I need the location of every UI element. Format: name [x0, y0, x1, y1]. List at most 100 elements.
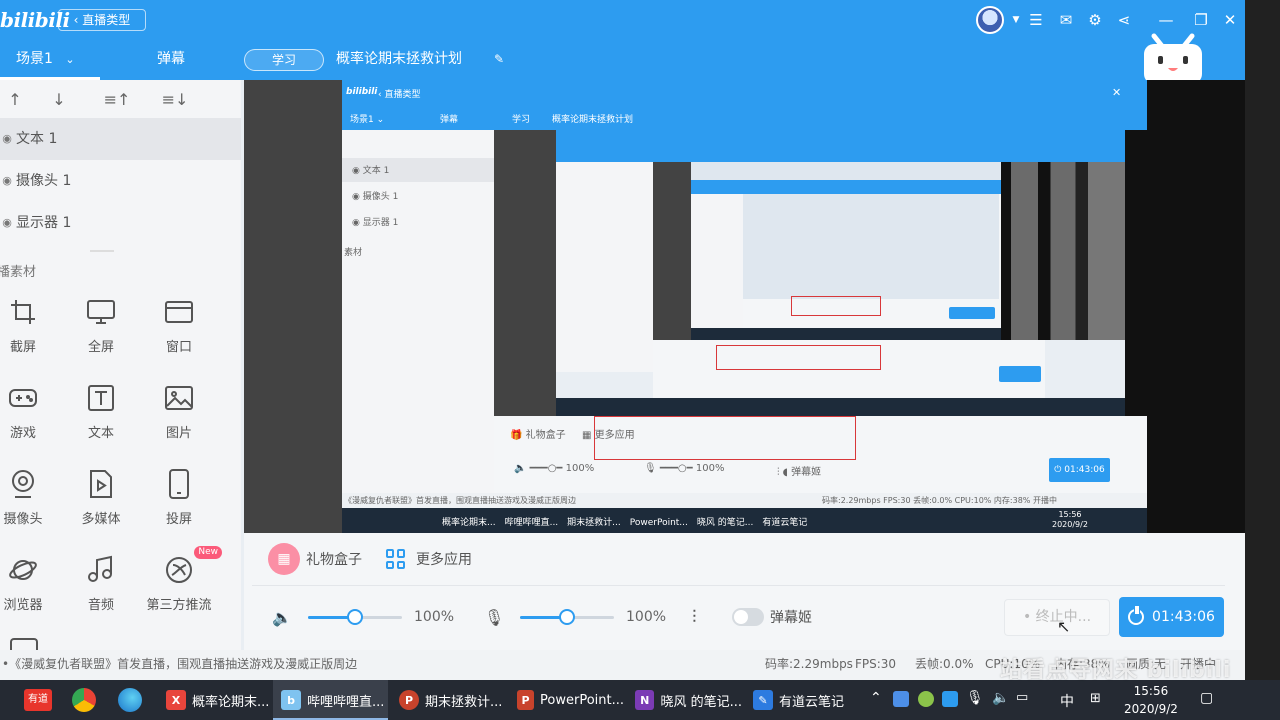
taskbar-app-2[interactable]: P 期末拯救计... — [391, 680, 506, 720]
eye-icon[interactable]: ◉ — [0, 202, 14, 244]
menu-icon[interactable]: ☰ — [1026, 10, 1046, 30]
category-pill[interactable]: 学习 — [244, 49, 324, 71]
mic-volume-slider[interactable] — [520, 608, 614, 625]
close-icon[interactable]: ✕ — [1220, 10, 1240, 30]
tile-browser[interactable]: 浏览器 — [0, 546, 62, 632]
tray-network-icon[interactable]: ▭ — [1016, 690, 1028, 705]
gift-icon: ▦ — [268, 543, 300, 575]
restore-window-icon[interactable]: ❐ — [1191, 10, 1211, 30]
source-item-text[interactable]: ◉ 文本 1 — [0, 118, 241, 160]
tile-window[interactable]: 窗口 — [140, 288, 218, 374]
tile-media[interactable]: 多媒体 — [62, 460, 140, 546]
tile-label: 文本 — [87, 426, 114, 441]
move-top-icon[interactable]: ≡↑ — [88, 90, 146, 109]
speaker-icon[interactable]: 🔈 — [272, 608, 300, 627]
live-timer-button[interactable]: 01:43:06 — [1119, 597, 1224, 637]
move-up-icon[interactable]: ↑ — [0, 90, 30, 109]
speaker-volume-control: 🔈 100% — [272, 603, 454, 631]
source-label: 显示器 1 — [16, 215, 72, 231]
panel-splitter[interactable] — [0, 244, 241, 258]
tile-image[interactable]: 图片 — [140, 374, 218, 460]
tile-screenshot[interactable]: 截屏 — [0, 288, 62, 374]
nested-source-display: ◉ 显示器 1 — [352, 218, 399, 228]
sort-toolbar: ↑ ↓ ≡↑ ≡↓ — [0, 80, 241, 118]
nested-screen-level-2 — [556, 130, 1125, 416]
notification-icon[interactable]: ▢ — [1200, 690, 1213, 706]
scene-bar: 场景1 ⌄ 弹幕 学习 概率论期末拯救计划 ✎ — [0, 40, 1245, 80]
tab-danmu[interactable]: 弹幕 — [157, 40, 185, 80]
equalizer-icon[interactable]: ⫶ — [692, 607, 720, 628]
avatar-dropdown-icon[interactable]: ▼ — [1006, 10, 1026, 30]
webcam-icon — [7, 468, 39, 500]
tray-mic-icon[interactable]: 🎙 — [966, 690, 984, 706]
move-down-icon[interactable]: ↓ — [30, 90, 88, 109]
nested-dark-right — [1125, 130, 1147, 416]
stream-icon — [163, 554, 195, 586]
crop-icon — [7, 296, 39, 328]
youdao-dict-icon[interactable]: 有道 — [24, 689, 52, 711]
tile-label: 游戏 — [9, 426, 36, 441]
tile-fullscreen[interactable]: 全屏 — [62, 288, 140, 374]
tile-cast[interactable]: 投屏 — [140, 460, 218, 546]
taskbar-app-3[interactable]: P PowerPoint... — [509, 680, 624, 720]
status-notice[interactable]: • 《漫威复仇者联盟》首发直播，围观直播抽送游戏及漫威正版周边 — [2, 650, 357, 678]
ime-indicator[interactable]: 中 — [1060, 691, 1074, 711]
tile-game[interactable]: 游戏 — [0, 374, 62, 460]
mic-volume-control: 🎙 100% — [484, 603, 666, 631]
danmaku-toggle[interactable] — [732, 608, 764, 626]
live-preview-capture[interactable]: bilibili ‹ 直播类型 ✕ 场景1 ⌄ 弹幕 学习 概率论期末拯救计划 … — [342, 80, 1147, 533]
taskbar-app-1[interactable]: b 哔哩哔哩直... — [273, 680, 388, 720]
source-item-camera[interactable]: ◉ 摄像头 1 — [0, 160, 241, 202]
edit-title-icon[interactable]: ✎ — [494, 52, 504, 66]
nested-scene-tab: 场景1 ⌄ — [350, 115, 385, 125]
tray-status-icon[interactable] — [918, 691, 934, 707]
speaker-volume-slider[interactable] — [308, 608, 402, 625]
preview-right-edge — [1147, 80, 1245, 533]
nested-clock: 15:56 2020/9/2 — [1052, 510, 1088, 529]
nested-taskbar-apps: 概率论期末... 哔哩哔哩直... 期末拯救计... PowerPoint...… — [442, 518, 808, 528]
tab-scene[interactable]: 场景1 ⌄ — [0, 40, 100, 80]
tile-audio[interactable]: 音频 — [62, 546, 140, 632]
source-label: 摄像头 1 — [16, 173, 72, 189]
gift-box-button[interactable]: ▦ 礼物盒子 — [268, 543, 362, 575]
nested-stream-title: 概率论期末拯救计划 — [552, 115, 634, 125]
status-fps: FPS:30 — [855, 657, 897, 671]
source-label: 文本 1 — [16, 131, 58, 147]
nested-dark-left — [494, 130, 556, 416]
nested-red-selection — [594, 416, 856, 460]
move-bottom-icon[interactable]: ≡↓ — [146, 90, 204, 109]
edge-icon[interactable] — [118, 688, 142, 712]
taskbar-app-label: 期末拯救计... — [425, 694, 503, 710]
tile-text[interactable]: 文本 — [62, 374, 140, 460]
microphone-icon[interactable]: 🎙 — [484, 608, 512, 627]
mixer-control: ⫶ — [692, 603, 720, 631]
nested-scene-bar: 场景1 ⌄ 弹幕 学习 概率论期末拯救计划 — [342, 106, 1147, 130]
tray-bluetooth-icon[interactable] — [942, 691, 958, 707]
title-bar: bilibili ‹ 直播类型 ▼ ☰ ✉ ⚙ ⋖ — ❐ ✕ — [0, 0, 1245, 40]
powerpoint-icon: P — [399, 690, 419, 710]
taskbar-app-4[interactable]: N 晓风 的笔记... — [627, 680, 742, 720]
chrome-icon[interactable] — [72, 688, 96, 712]
eye-icon[interactable]: ◉ — [0, 118, 14, 160]
media-icon — [85, 468, 117, 500]
source-item-display[interactable]: ◉ 显示器 1 — [0, 202, 241, 244]
taskbar-app-5[interactable]: ✎ 有道云笔记 — [745, 680, 860, 720]
eye-icon[interactable]: ◉ — [0, 160, 14, 202]
taskbar-app-0[interactable]: X 概率论期末... — [158, 680, 270, 720]
tile-label: 图片 — [165, 426, 192, 441]
tile-label: 摄像头 — [3, 512, 43, 527]
tray-expand-icon[interactable]: ⌃ — [870, 690, 882, 706]
tile-webcam[interactable]: 摄像头 — [0, 460, 62, 546]
tray-app-icon[interactable] — [893, 691, 909, 707]
more-apps-button[interactable]: 更多应用 — [386, 543, 472, 575]
share-icon[interactable]: ⋖ — [1114, 10, 1134, 30]
settings-gear-icon[interactable]: ⚙ — [1085, 10, 1105, 30]
minimize-icon[interactable]: — — [1156, 10, 1176, 30]
system-clock[interactable]: 15:56 2020/9/2 — [1124, 682, 1178, 718]
mail-icon[interactable]: ✉ — [1056, 10, 1076, 30]
avatar[interactable] — [976, 6, 1004, 34]
tray-volume-icon[interactable]: 🔈 — [992, 690, 1009, 706]
back-to-live-type-button[interactable]: ‹ 直播类型 — [58, 9, 146, 31]
tile-third-party-stream[interactable]: 第三方推流 New — [140, 546, 222, 632]
ime-mode-icon[interactable]: ⊞ — [1090, 691, 1101, 706]
